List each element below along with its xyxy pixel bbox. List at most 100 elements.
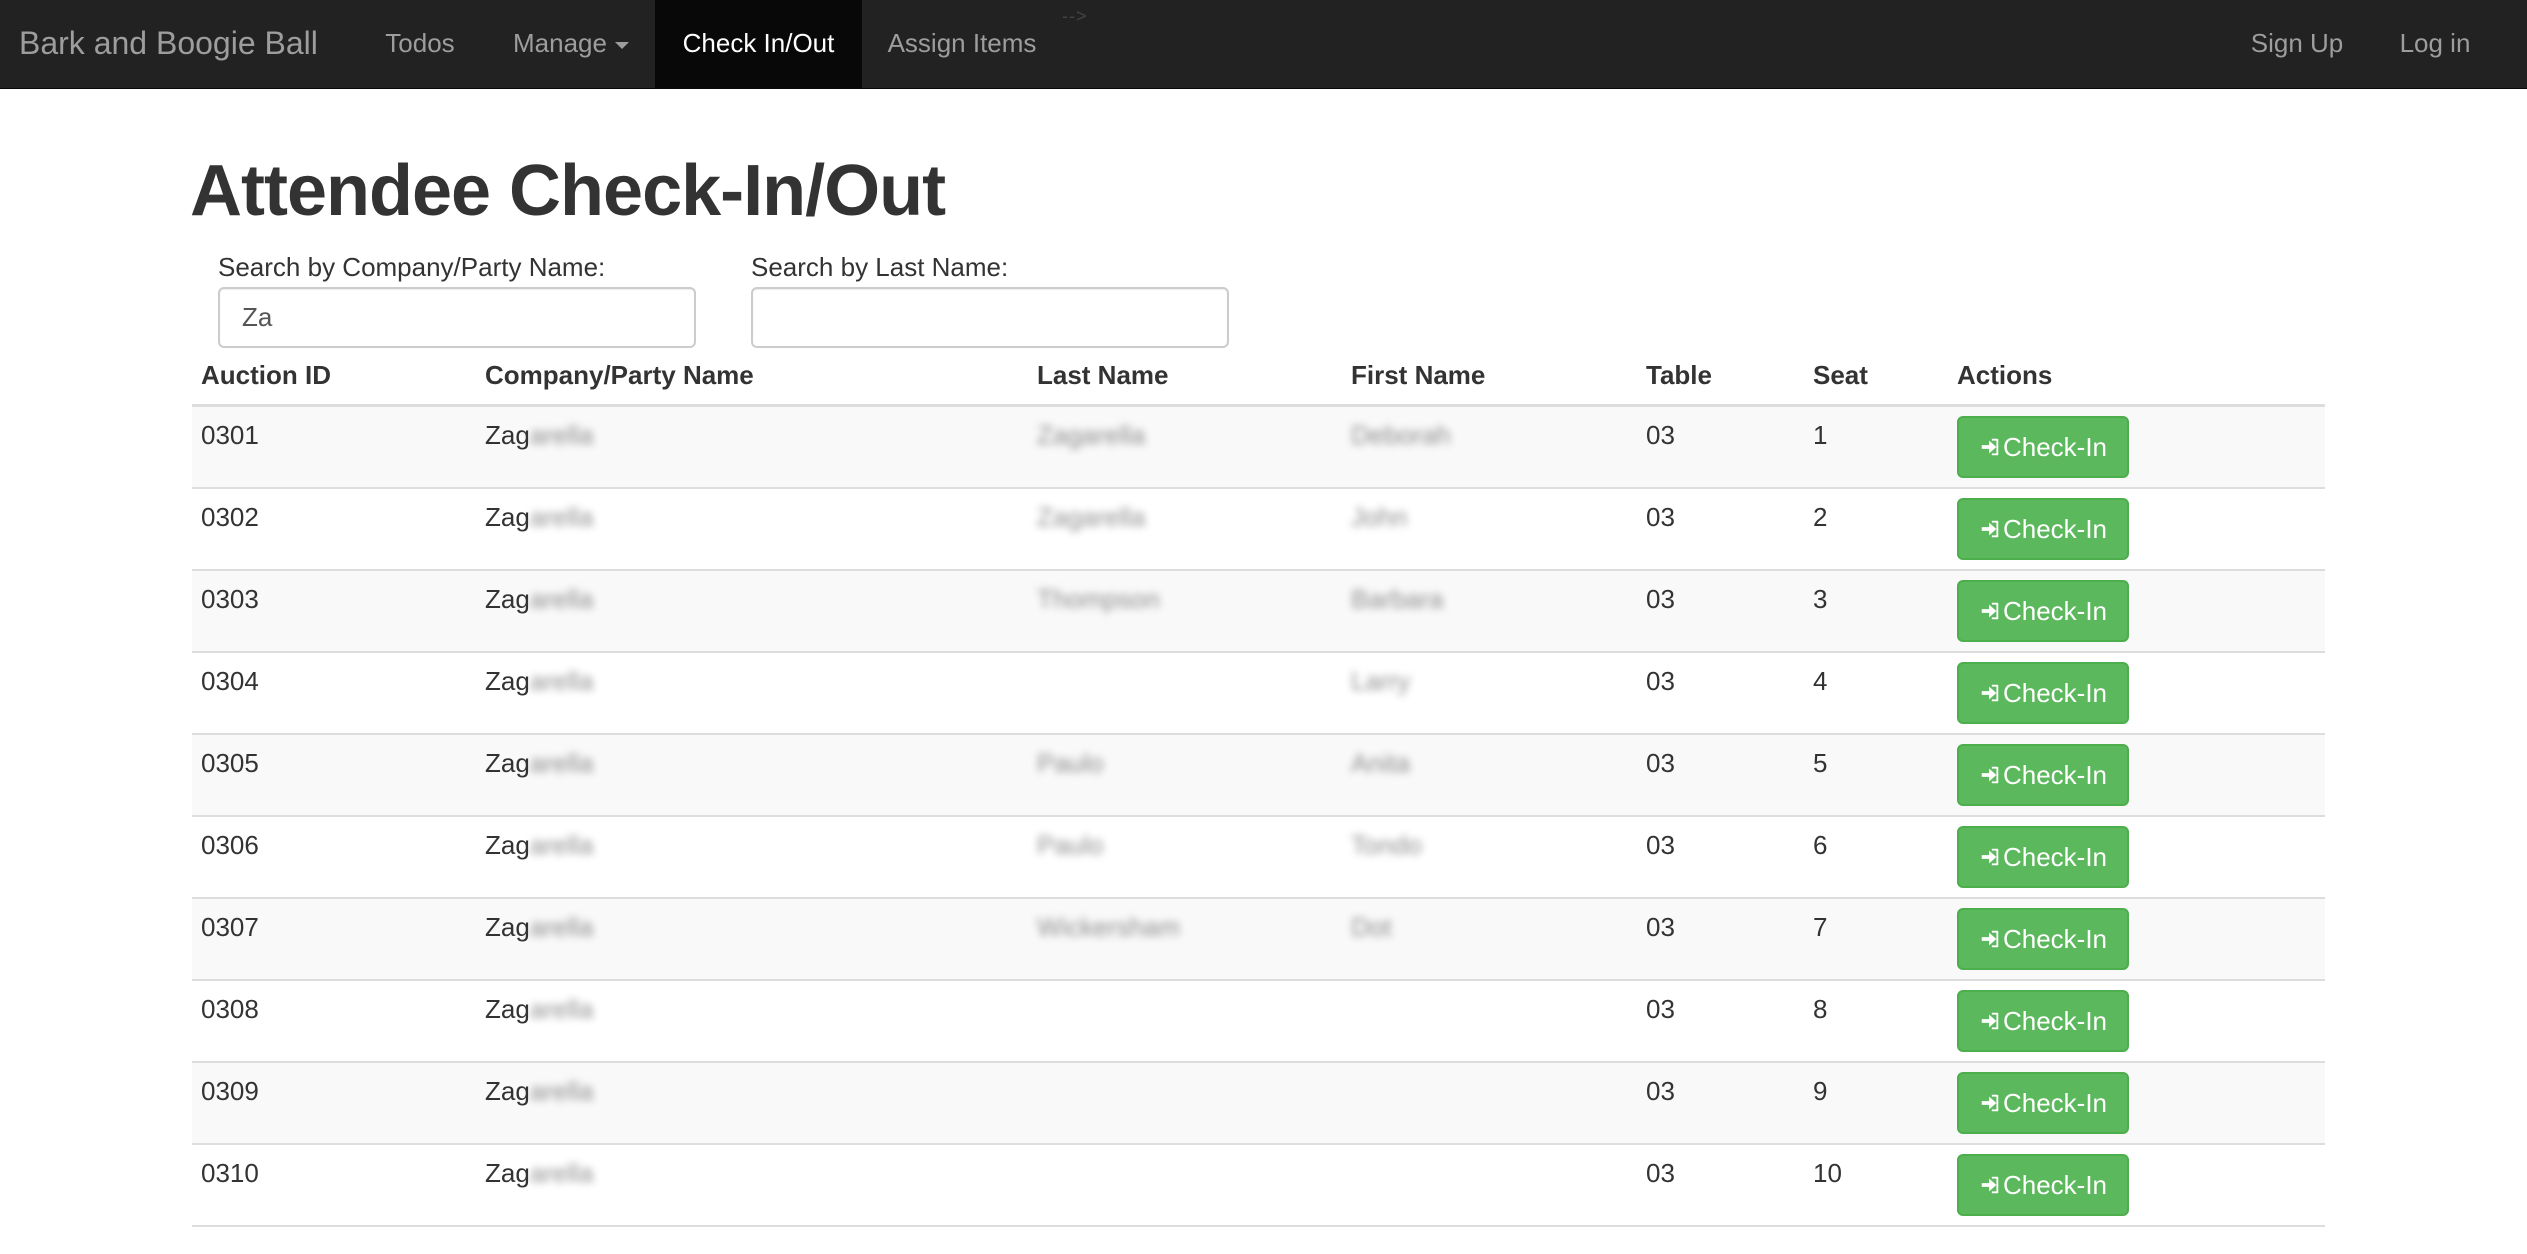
cell-auction-id: 0302 [201,502,259,532]
nav-item-todos[interactable]: Todos [364,0,476,89]
lastname-search-input[interactable] [751,287,1229,348]
cell-auction-id: 0303 [201,584,259,614]
cell-company: Zagarella [485,420,593,451]
page-title: Attendee Check-In/Out [190,151,946,231]
check-in-button[interactable]: Check-In [1957,580,2129,642]
check-in-button[interactable]: Check-In [1957,908,2129,970]
stray-comment-text: --> [1062,6,1088,26]
cell-company-redacted: arella [529,666,594,696]
nav-item-log-in[interactable]: Log in [2382,0,2488,89]
log-in-icon [1981,930,1999,948]
cell-company-redacted: arella [529,420,594,450]
cell-company-visible: Zag [485,912,530,942]
attendee-table: Auction ID Company/Party Name Last Name … [192,356,2325,1227]
cell-company-redacted: arella [529,830,594,860]
cell-company-redacted: arella [529,502,594,532]
cell-seat: 10 [1813,1158,1842,1188]
lastname-search-label: Search by Last Name: [751,252,1009,282]
check-in-button[interactable]: Check-In [1957,990,2129,1052]
cell-company: Zagarella [485,1076,593,1107]
nav-item-check-in-out[interactable]: Check In/Out [655,0,862,89]
cell-auction-id: 0305 [201,748,259,778]
header-seat: Seat [1813,360,1868,390]
nav-item-manage[interactable]: Manage [494,0,648,89]
cell-company-visible: Zag [485,502,530,532]
cell-auction-id: 0301 [201,420,259,450]
cell-company: Zagarella [485,666,593,697]
cell-auction-id: 0308 [201,994,259,1024]
log-in-icon [1981,684,1999,702]
cell-company-redacted: arella [529,1076,594,1106]
navbar: Bark and Boogie Ball Todos Manage Check … [0,0,2527,89]
company-search-label: Search by Company/Party Name: [218,252,606,282]
table-body: 0301 Zagarella Zagarella Deborah 03 1 Ch… [192,407,2325,1227]
cell-table: 03 [1646,502,1675,532]
check-in-label: Check-In [2002,1169,2108,1200]
cell-table: 03 [1646,994,1675,1024]
check-in-button[interactable]: Check-In [1957,744,2129,806]
cell-table: 03 [1646,420,1675,450]
check-in-button[interactable]: Check-In [1957,1072,2129,1134]
log-in-icon [1981,520,1999,538]
table-header-row: Auction ID Company/Party Name Last Name … [192,356,2325,407]
nav-item-sign-up[interactable]: Sign Up [2236,0,2358,89]
cell-company: Zagarella [485,748,593,779]
cell-company: Zagarella [485,830,593,861]
cell-seat: 6 [1813,830,1828,860]
cell-first-name: Tondo [1351,830,1422,860]
brand-link[interactable]: Bark and Boogie Ball [19,0,318,89]
cell-company-redacted: arella [529,994,594,1024]
check-in-label: Check-In [2002,677,2108,708]
cell-table: 03 [1646,1076,1675,1106]
cell-last-name: Paulo [1037,830,1104,860]
check-in-button[interactable]: Check-In [1957,662,2129,724]
nav-item-manage-label: Manage [513,28,607,58]
header-last-name: Last Name [1037,360,1169,390]
cell-seat: 7 [1813,912,1828,942]
check-in-button[interactable]: Check-In [1957,1154,2129,1216]
nav-item-assign-items[interactable]: Assign Items [868,0,1056,89]
cell-first-name: Deborah [1351,420,1451,450]
cell-company-redacted: arella [529,748,594,778]
cell-first-name: Dot [1351,912,1392,942]
log-in-icon [1981,438,1999,456]
table-row: 0308 Zagarella 03 8 Check-In [192,981,2325,1063]
cell-company-visible: Zag [485,994,530,1024]
check-in-label: Check-In [2002,841,2108,872]
cell-auction-id: 0306 [201,830,259,860]
cell-auction-id: 0304 [201,666,259,696]
check-in-label: Check-In [2002,923,2108,954]
cell-auction-id: 0307 [201,912,259,942]
table-row: 0303 Zagarella Thompson Barbara 03 3 Che… [192,571,2325,653]
cell-auction-id: 0309 [201,1076,259,1106]
cell-seat: 8 [1813,994,1828,1024]
cell-seat: 2 [1813,502,1828,532]
table-row: 0305 Zagarella Paulo Anita 03 5 Check-In [192,735,2325,817]
table-row: 0301 Zagarella Zagarella Deborah 03 1 Ch… [192,407,2325,489]
check-in-button[interactable]: Check-In [1957,498,2129,560]
company-search-input[interactable] [218,287,696,348]
header-auction-id: Auction ID [201,360,331,390]
check-in-label: Check-In [2002,431,2108,462]
cell-table: 03 [1646,666,1675,696]
table-row: 0309 Zagarella 03 9 Check-In [192,1063,2325,1145]
cell-company: Zagarella [485,584,593,615]
cell-seat: 3 [1813,584,1828,614]
cell-first-name: Anita [1351,748,1411,778]
cell-company-visible: Zag [485,748,530,778]
cell-seat: 5 [1813,748,1828,778]
cell-company-visible: Zag [485,420,530,450]
table-row: 0306 Zagarella Paulo Tondo 03 6 Check-In [192,817,2325,899]
cell-company-visible: Zag [485,666,530,696]
cell-company: Zagarella [485,502,593,533]
cell-company-visible: Zag [485,830,530,860]
cell-first-name: John [1351,502,1408,532]
log-in-icon [1981,766,1999,784]
log-in-icon [1981,1012,1999,1030]
cell-first-name: Larry [1351,666,1411,696]
check-in-label: Check-In [2002,759,2108,790]
check-in-button[interactable]: Check-In [1957,826,2129,888]
check-in-button[interactable]: Check-In [1957,416,2129,478]
cell-company: Zagarella [485,1158,593,1189]
cell-company-visible: Zag [485,584,530,614]
